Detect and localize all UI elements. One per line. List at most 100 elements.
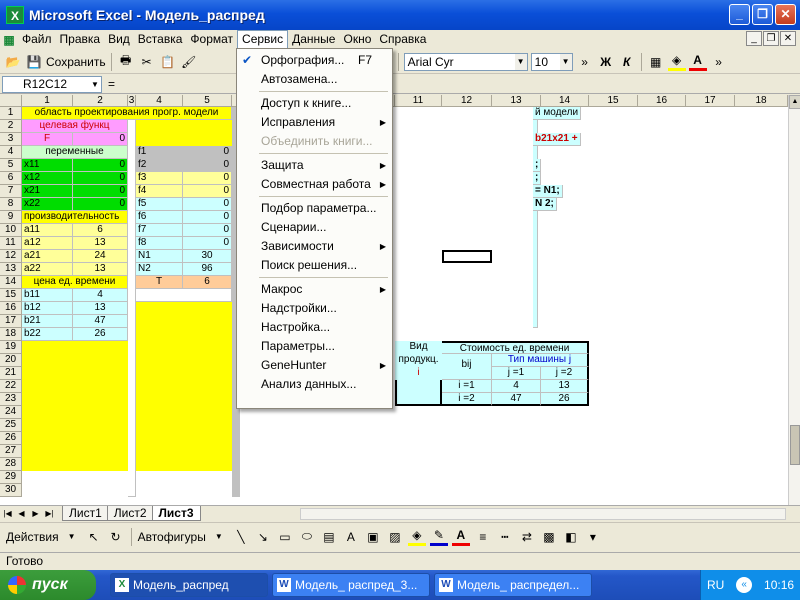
save-icon[interactable]: 💾	[25, 53, 43, 71]
rectangle-icon[interactable]: ▭	[276, 528, 294, 546]
cost-name[interactable]: b22	[22, 328, 73, 341]
toolbar-more-icon[interactable]: ▾	[584, 528, 602, 546]
mdi-close-button[interactable]: ✕	[780, 31, 796, 46]
variable-name[interactable]: x21	[22, 185, 73, 198]
cost-label[interactable]: цена ед. времени	[22, 276, 128, 289]
productivity-value[interactable]: 13	[73, 237, 128, 250]
cost-row-index[interactable]: i =1	[442, 380, 492, 393]
constraint-value[interactable]: 0	[183, 159, 232, 172]
selected-cell[interactable]	[442, 250, 492, 263]
limit-name[interactable]: T	[136, 276, 183, 289]
menu-data[interactable]: Данные	[288, 30, 339, 49]
tools-menu-item[interactable]: Настройка...	[237, 318, 392, 337]
constraint-value[interactable]: 0	[183, 237, 232, 250]
row-header[interactable]: 14	[0, 276, 22, 289]
font-color-icon[interactable]: A	[688, 53, 707, 71]
scroll-thumb[interactable]	[790, 425, 800, 465]
shadow-icon[interactable]: ▩	[540, 528, 558, 546]
model-constraint-line[interactable]: ;	[533, 159, 542, 172]
cost-value[interactable]: 4	[73, 289, 128, 302]
tools-menu-item[interactable]: Макрос ▶	[237, 280, 392, 299]
constraint-value[interactable]: 0	[183, 146, 232, 159]
taskbar-item-word-1[interactable]: W Модель_ распред_3...	[272, 573, 430, 597]
wordart-icon[interactable]: A	[342, 528, 360, 546]
menu-help[interactable]: Справка	[375, 30, 430, 49]
row-header[interactable]: 2	[0, 120, 22, 133]
menu-format[interactable]: Формат	[186, 30, 237, 49]
tab-sheet2[interactable]: Лист2	[106, 506, 154, 521]
variable-value[interactable]: 0	[73, 185, 128, 198]
open-folder-icon[interactable]: 📂	[4, 53, 22, 71]
column-header[interactable]: 13	[492, 95, 541, 107]
row-header[interactable]: 13	[0, 263, 22, 276]
bij-label[interactable]: bij	[442, 354, 492, 380]
row-header[interactable]: 29	[0, 471, 22, 484]
row-header[interactable]: 18	[0, 328, 22, 341]
cost-value[interactable]: 4	[492, 380, 541, 393]
productivity-value[interactable]: 6	[73, 224, 128, 237]
menu-insert[interactable]: Вставка	[134, 30, 187, 49]
machine-j1[interactable]: j =1	[492, 367, 541, 380]
toolbar-more-icon[interactable]: »	[710, 53, 728, 71]
chevron-down-icon[interactable]: ▼	[63, 528, 81, 546]
fill-color-icon[interactable]: ◈	[667, 53, 686, 71]
row-header[interactable]: 17	[0, 315, 22, 328]
actions-menu[interactable]: Действия	[6, 530, 59, 544]
tools-menu-item[interactable]: Автозамена...	[237, 70, 392, 89]
constraint-name[interactable]: f1	[136, 146, 183, 159]
tab-sheet1[interactable]: Лист1	[62, 506, 109, 521]
row-header[interactable]: 5	[0, 159, 22, 172]
column-header[interactable]: 14	[541, 95, 589, 107]
limit-name[interactable]: N2	[136, 263, 183, 276]
cut-icon[interactable]: ✂	[138, 53, 156, 71]
target-function-name[interactable]: F	[22, 133, 73, 146]
column-header[interactable]	[0, 95, 22, 107]
workbook-icon[interactable]: ▦	[0, 31, 18, 49]
next-sheet-icon[interactable]: ▶	[29, 507, 42, 520]
autoshapes-menu[interactable]: Автофигуры	[138, 530, 206, 544]
cost-value[interactable]: 26	[541, 393, 589, 406]
chevron-down-icon[interactable]: ▼	[559, 53, 572, 70]
excel-app-icon[interactable]: X	[6, 6, 24, 24]
productivity-name[interactable]: a22	[22, 263, 73, 276]
scroll-up-icon[interactable]: ▲	[789, 95, 800, 109]
toolbar-more-icon[interactable]: »	[576, 53, 594, 71]
column-header[interactable]: 17	[686, 95, 735, 107]
product-type-label[interactable]: Вид	[395, 341, 442, 354]
arrow-style-icon[interactable]: ⇄	[518, 528, 536, 546]
cost-name[interactable]: b21	[22, 315, 73, 328]
constraint-name[interactable]: f6	[136, 211, 183, 224]
tools-menu-item[interactable]: Совместная работа ▶	[237, 175, 392, 194]
row-header[interactable]: 27	[0, 445, 22, 458]
row-header[interactable]: 4	[0, 146, 22, 159]
menu-edit[interactable]: Правка	[56, 30, 105, 49]
variable-value[interactable]: 0	[73, 198, 128, 211]
line-style-icon[interactable]: ≡	[474, 528, 492, 546]
mdi-restore-button[interactable]: ❐	[763, 31, 779, 46]
chevron-down-icon[interactable]: ▼	[514, 53, 527, 70]
cost-value[interactable]: 47	[492, 393, 541, 406]
print-icon[interactable]: 🖶	[117, 53, 135, 71]
borders-icon[interactable]: ▦	[647, 53, 665, 71]
line-icon[interactable]: ╲	[232, 528, 250, 546]
column-header[interactable]: 18	[735, 95, 788, 107]
tools-menu-item[interactable]: Зависимости ▶	[237, 237, 392, 256]
column-header[interactable]: 1	[22, 95, 73, 107]
menu-tools[interactable]: Сервис	[237, 30, 289, 49]
column-header[interactable]: 3	[128, 95, 136, 107]
tray-expand-icon[interactable]: «	[736, 577, 753, 593]
row-header[interactable]: 6	[0, 172, 22, 185]
bold-button[interactable]: Ж	[597, 53, 615, 71]
menu-view[interactable]: Вид	[104, 30, 134, 49]
row-header[interactable]: 11	[0, 237, 22, 250]
rotate-icon[interactable]: ↻	[107, 528, 125, 546]
machine-j2[interactable]: j =2	[541, 367, 589, 380]
limit-value[interactable]: 96	[183, 263, 232, 276]
tools-menu-item[interactable]: Параметры...	[237, 337, 392, 356]
title-bar[interactable]: X Microsoft Excel - Модель_распред _ ❐ ✕	[0, 0, 800, 30]
vertical-scrollbar[interactable]: ▲	[788, 95, 800, 505]
3d-icon[interactable]: ◧	[562, 528, 580, 546]
target-function-value[interactable]: 0	[73, 133, 128, 146]
constraint-name[interactable]: f2	[136, 159, 183, 172]
target-function-label[interactable]: целевая функц	[22, 120, 128, 133]
